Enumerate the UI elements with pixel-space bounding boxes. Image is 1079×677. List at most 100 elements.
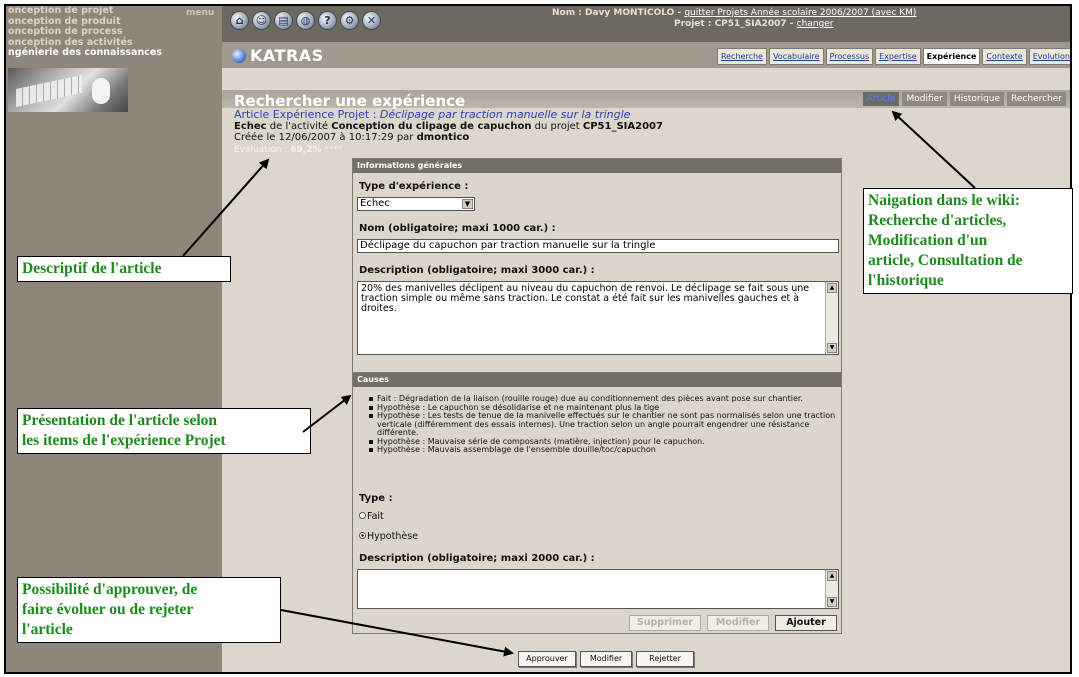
add-cause-button[interactable]: Ajouter [775,615,837,631]
logo-bar: KATRAS Recherche Vocabulaire Processus E… [222,42,1070,68]
cause-item[interactable]: Hypothèse : Mauvais assemblage de l'ense… [369,445,839,455]
main-panel: ⌂ ☺ ▤ ◍ ? ⚙ ✕ Nom : Davy MONTICOLO - qui… [222,6,1070,672]
article-context: Echec de l'activité Conception du clipag… [234,121,663,132]
cause-item[interactable]: Hypothèse : Les tests de tenue de la man… [369,411,839,438]
scroll-down-icon[interactable]: ▼ [827,597,837,607]
delete-cause-button[interactable]: Supprimer [629,615,701,631]
causes-panel: Causes Fait : Dégradation de la liaison … [352,372,842,634]
annotation-approval: Possibilité d'approuver, de faire évolue… [17,577,281,643]
annotation-navigation-line: article, Consultation de [868,252,1023,269]
description-text: 20% des manivelles déclipent au niveau d… [361,283,810,314]
tab-historique[interactable]: Historique [949,92,1005,106]
sidebar-item-process[interactable]: onception de process [6,26,221,38]
annotation-navigation-line: Modification d'un [868,232,988,249]
author-name: dmontico [416,132,470,143]
annotation-descriptif-text: Descriptif de l'article [22,260,162,277]
quit-link[interactable]: quitter Projets Année scolaire 2006/2007… [684,8,916,18]
cause-type-label: Type : [359,493,393,504]
tab-vocabulaire[interactable]: Vocabulaire [768,48,824,65]
keyboard-shape [16,74,82,108]
radio-fait-label: Fait [367,511,384,522]
scroll-down-icon[interactable]: ▼ [827,343,837,353]
radio-hypothese[interactable]: Hypothèse [359,531,418,542]
cause-scrollbar[interactable]: ▲ ▼ [825,570,838,608]
tab-modifier[interactable]: Modifier [902,92,947,106]
user-name: Nom : Davy MONTICOLO - [552,8,685,18]
activity-name: Conception du clipage de capuchon [331,121,532,132]
tab-rechercher[interactable]: Rechercher [1007,92,1066,106]
screenshot-frame: onception de projet onception de produit… [4,4,1072,674]
article-heading: Article Expérience Projet : Déclipage pa… [234,108,631,121]
cause-description-textarea[interactable]: ▲ ▼ [357,569,839,609]
globe-icon[interactable]: ◍ [296,11,315,30]
tools-icon[interactable]: ✕ [362,11,381,30]
causes-list: Fait : Dégradation de la liaison (rouill… [369,394,839,455]
annotation-navigation-line: Recherche d'articles, [868,212,1007,229]
annotation-presentation: Présentation de l'article selon les item… [17,408,311,454]
modify-button[interactable]: Modifier [580,651,632,667]
project-code: CP51_SIA2007 [582,121,663,132]
user-icon[interactable]: ☺ [252,11,271,30]
annotation-navigation-line: l'historique [868,272,944,289]
causes-header: Causes [353,373,841,387]
tab-processus[interactable]: Processus [825,48,874,65]
title-strip: Rechercher une expérience Article Modifi… [222,90,1070,110]
tab-evolution[interactable]: Evolution [1028,48,1070,65]
sidebar-item-connaissances[interactable]: ngénierie des connaissances [6,47,221,59]
description-label: Description (obligatoire; maxi 3000 car.… [359,265,595,276]
description-textarea[interactable]: 20% des manivelles déclipent au niveau d… [357,281,839,355]
annotation-presentation-line: Présentation de l'article selon [22,412,217,429]
settings-icon[interactable]: ⚙ [340,11,359,30]
tab-article[interactable]: Article [862,92,900,106]
name-label: Nom (obligatoire; maxi 1000 car.) : [359,223,556,234]
article-title: Déclipage par traction manuelle sur la t… [379,108,631,121]
description-scrollbar[interactable]: ▲ ▼ [825,282,838,354]
tab-experience[interactable]: Expérience [922,48,981,65]
annotation-approval-line: faire évoluer ou de rejeter [22,601,194,618]
top-toolbar: ⌂ ☺ ▤ ◍ ? ⚙ ✕ Nom : Davy MONTICOLO - qui… [222,6,1070,42]
annotation-descriptif: Descriptif de l'article [17,256,231,282]
annotation-navigation-line: Naigation dans le wiki: [868,192,1021,209]
created-text: Créée le 12/06/2007 à 10:17:29 par [234,132,414,143]
article-type: Article Expérience Projet [234,108,370,121]
radio-hypothese-label: Hypothèse [367,531,418,542]
user-info: Nom : Davy MONTICOLO - quitter Projets A… [552,8,916,18]
mouse-shape [92,78,110,104]
annotation-approval-line: Possibilité d'approuver, de [22,581,198,598]
annotation-approval-line: l'article [22,621,73,638]
sidebar-menu-label[interactable]: menu [186,8,214,18]
project-prefix: du projet [534,121,580,132]
globe-logo-icon [232,49,246,63]
approve-button[interactable]: Approuver [518,651,576,667]
change-project-link[interactable]: changer [797,19,834,29]
scroll-up-icon[interactable]: ▲ [827,283,837,293]
article-created: Créée le 12/06/2007 à 10:17:29 par dmont… [234,132,469,143]
radio-fait[interactable]: Fait [359,511,384,522]
sidebar: onception de projet onception de produit… [6,6,221,672]
type-label: Type d'expérience : [359,181,469,192]
cause-description-label: Description (obligatoire; maxi 2000 car.… [359,553,595,564]
evaluation-stars: **** [324,145,343,155]
tab-expertise[interactable]: Expertise [875,48,921,65]
chevron-down-icon[interactable]: ▼ [462,199,473,209]
keyboard-mouse-image [8,68,128,112]
annotation-navigation: Naigation dans le wiki: Recherche d'arti… [863,188,1073,294]
scroll-up-icon[interactable]: ▲ [827,571,837,581]
radio-checked-icon[interactable] [359,532,366,539]
project-name: Projet : CP51_SIA2007 - [674,19,797,29]
tab-contexte[interactable]: Contexte [982,48,1027,65]
document-icon[interactable]: ▤ [274,11,293,30]
app-logo: KATRAS [232,46,324,65]
edit-cause-button[interactable]: Modifier [707,615,769,631]
tab-recherche[interactable]: Recherche [716,48,767,65]
home-icon[interactable]: ⌂ [230,11,249,30]
name-field[interactable]: Déclipage du capuchon par traction manue… [357,239,839,253]
evaluation: Evaluation : 69,2% **** [234,145,342,155]
help-icon[interactable]: ? [318,11,337,30]
evaluation-value: 69,2% [290,145,322,155]
type-select[interactable]: Echec ▼ [357,197,475,211]
app-name: KATRAS [250,46,324,65]
radio-icon[interactable] [359,512,366,519]
reject-button[interactable]: Rejetter [636,651,694,667]
article-tabs: Article Modifier Historique Rechercher [862,92,1066,106]
